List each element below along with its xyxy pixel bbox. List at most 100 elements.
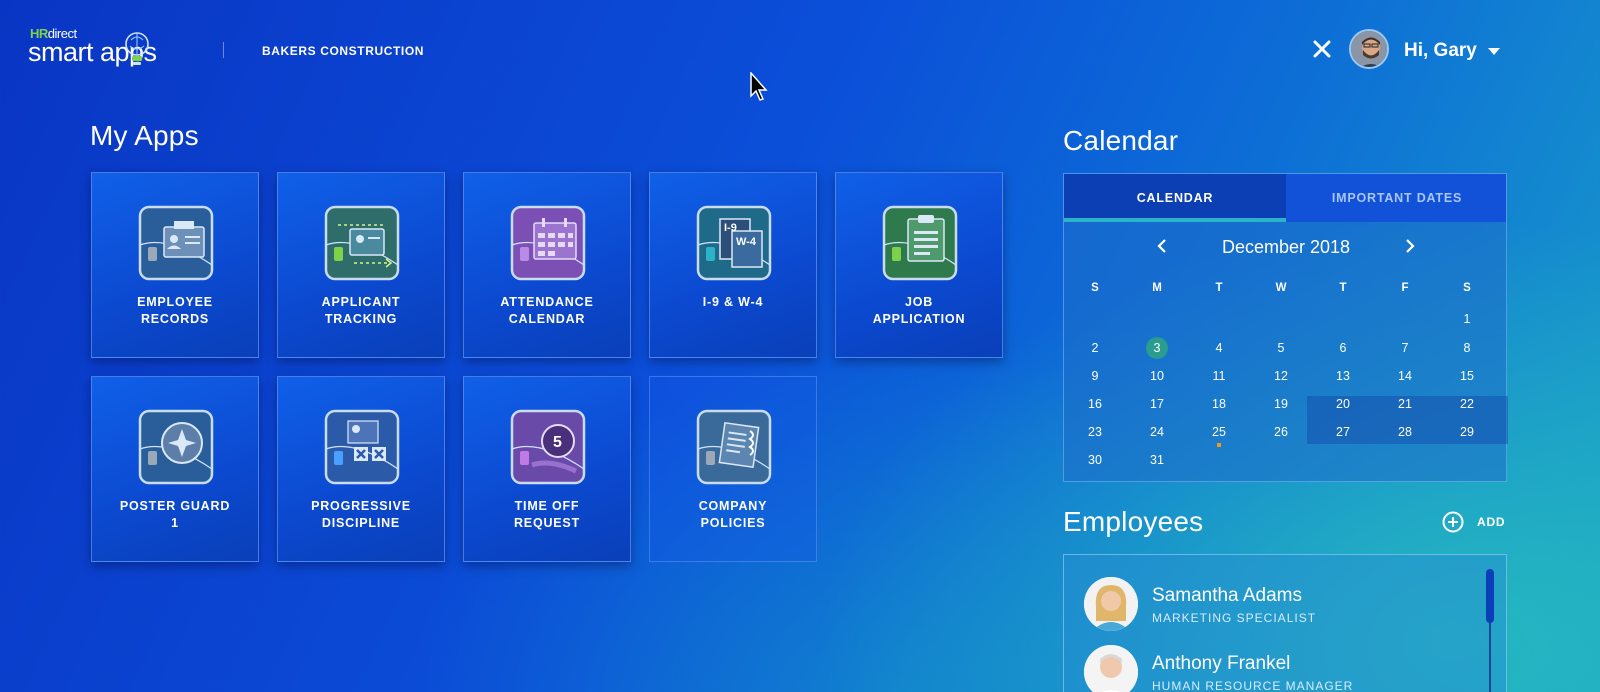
weekday-label: S [1091,282,1099,294]
user-greeting[interactable]: Hi, Gary [1404,40,1477,62]
app-i9-w4[interactable]: I-9 W-4 I-9 & W-4 [649,172,817,358]
calendar-day[interactable]: 17 [1142,393,1172,415]
company-name: BAKERS CONSTRUCTION [262,44,425,58]
tab-important-dates[interactable]: IMPORTANT DATES [1286,174,1508,222]
app-label: APPLICANT TRACKING [321,295,401,326]
calendar-day-today[interactable]: 3 [1142,337,1172,359]
clipboard-icon [882,205,958,281]
employee-name: Anthony Frankel [1152,653,1291,674]
app-company-policies[interactable]: COMPANY POLICIES [649,376,817,562]
calendar-day[interactable]: 8 [1452,337,1482,359]
weekday-label: T [1215,282,1223,294]
app-label: JOB APPLICATION [872,295,966,326]
calendar-day[interactable]: 6 [1328,337,1358,359]
weekday-label: W [1275,282,1287,294]
calendar-day[interactable]: 7 [1390,337,1420,359]
calendar-day[interactable]: 14 [1390,365,1420,387]
calendar-day[interactable]: 23 [1080,421,1110,443]
weekday-label: F [1401,282,1409,294]
w4-icon-text: W-4 [736,236,757,248]
app-progressive-discipline[interactable]: PROGRESSIVE DISCIPLINE [277,376,445,562]
calendar-day[interactable]: 5 [1266,337,1296,359]
calendar-day[interactable]: 24 [1142,421,1172,443]
calendar-day[interactable]: 13 [1328,365,1358,387]
i9-w4-form-icon: I-9 W-4 [696,205,772,281]
app-label: ATTENDANCE CALENDAR [500,295,594,326]
calendar-tabs: CALENDAR IMPORTANT DATES [1064,174,1506,222]
header-divider [223,42,224,58]
calendar-day[interactable]: 20 [1328,393,1358,415]
app-label: EMPLOYEE RECORDS [137,295,213,326]
weekday-label: T [1339,282,1347,294]
app-label: COMPANY POLICIES [698,499,768,530]
app-label: I-9 & W-4 [702,295,764,309]
app-attendance-calendar[interactable]: ATTENDANCE CALENDAR [463,172,631,358]
employee-item[interactable]: Anthony Frankel HUMAN RESOURCE MANAGER [1084,645,1464,692]
chevron-right-icon[interactable] [1404,238,1416,259]
time-off-calendar-icon: 5 [510,409,586,485]
calendar-day[interactable]: 26 [1266,421,1296,443]
calendar-day[interactable]: 1 [1452,308,1482,330]
my-apps-title: My Apps [90,120,199,151]
app-label: TIME OFF REQUEST [513,499,581,530]
app-poster-guard[interactable]: POSTER GUARD 1 [91,376,259,562]
weekday-label: S [1463,282,1471,294]
add-label: ADD [1477,515,1506,529]
tab-calendar[interactable]: CALENDAR [1064,174,1286,222]
progressive-discipline-icon [324,409,400,485]
attendance-calendar-icon [510,205,586,281]
time-off-icon-text: 5 [553,434,562,451]
calendar-day[interactable]: 16 [1080,393,1110,415]
app-employee-records[interactable]: EMPLOYEE RECORDS [91,172,259,358]
calendar-day[interactable]: 27 [1328,421,1358,443]
calendar-day[interactable]: 29 [1452,421,1482,443]
calendar-month: December 2018 [1221,237,1351,257]
calendar-widget: CALENDAR IMPORTANT DATES December 2018 S… [1063,173,1508,482]
calendar-day[interactable]: 21 [1390,393,1420,415]
close-icon[interactable] [1311,38,1333,60]
smartapps-logo[interactable]: HRdirect smart apps [28,26,188,72]
calendar-day[interactable]: 11 [1204,365,1234,387]
lightbulb-icon [125,32,149,65]
employee-photo [1084,577,1138,631]
calendar-day[interactable]: 2 [1080,337,1110,359]
applicant-tracking-icon [324,205,400,281]
calendar-day[interactable]: 18 [1204,393,1234,415]
employee-item[interactable]: Samantha Adams MARKETING SPECIALIST [1084,577,1464,637]
employee-role: MARKETING SPECIALIST [1152,611,1317,625]
weekday-label: M [1152,282,1162,294]
company-policies-icon [696,409,772,485]
calendar-day[interactable]: 31 [1142,449,1172,471]
calendar-day[interactable]: 12 [1266,365,1296,387]
calendar-day[interactable]: 9 [1080,365,1110,387]
poster-guard-icon [138,409,214,485]
calendar-day[interactable]: 15 [1452,365,1482,387]
employees-title: Employees [1063,506,1204,537]
calendar-day[interactable]: 19 [1266,393,1296,415]
mouse-cursor-icon [750,72,768,101]
app-label: POSTER GUARD 1 [119,499,231,530]
i9-icon-text: I-9 [724,222,737,234]
calendar-day[interactable]: 30 [1080,449,1110,471]
event-marker [1217,443,1221,447]
calendar-day[interactable]: 10 [1142,365,1172,387]
chevron-down-icon[interactable] [1488,48,1500,56]
employee-records-icon [138,205,214,281]
plus-circle-icon [1442,511,1464,533]
app-label: PROGRESSIVE DISCIPLINE [311,499,411,530]
app-job-application[interactable]: JOB APPLICATION [835,172,1003,358]
calendar-day[interactable]: 22 [1452,393,1482,415]
app-time-off-request[interactable]: 5 TIME OFF REQUEST [463,376,631,562]
employee-list: Samantha Adams MARKETING SPECIALIST Anth… [1063,554,1507,692]
calendar-day[interactable]: 28 [1390,421,1420,443]
employee-role: HUMAN RESOURCE MANAGER [1152,679,1354,692]
active-tab-indicator [1064,218,1286,222]
scrollbar-thumb[interactable] [1486,569,1494,623]
calendar-day[interactable]: 25 [1204,421,1234,443]
app-applicant-tracking[interactable]: APPLICANT TRACKING [277,172,445,358]
employee-photo [1084,645,1138,692]
user-avatar[interactable] [1349,29,1389,69]
user-avatar-image [1351,31,1387,67]
add-employee-button[interactable]: ADD [1441,509,1541,533]
calendar-day[interactable]: 4 [1204,337,1234,359]
